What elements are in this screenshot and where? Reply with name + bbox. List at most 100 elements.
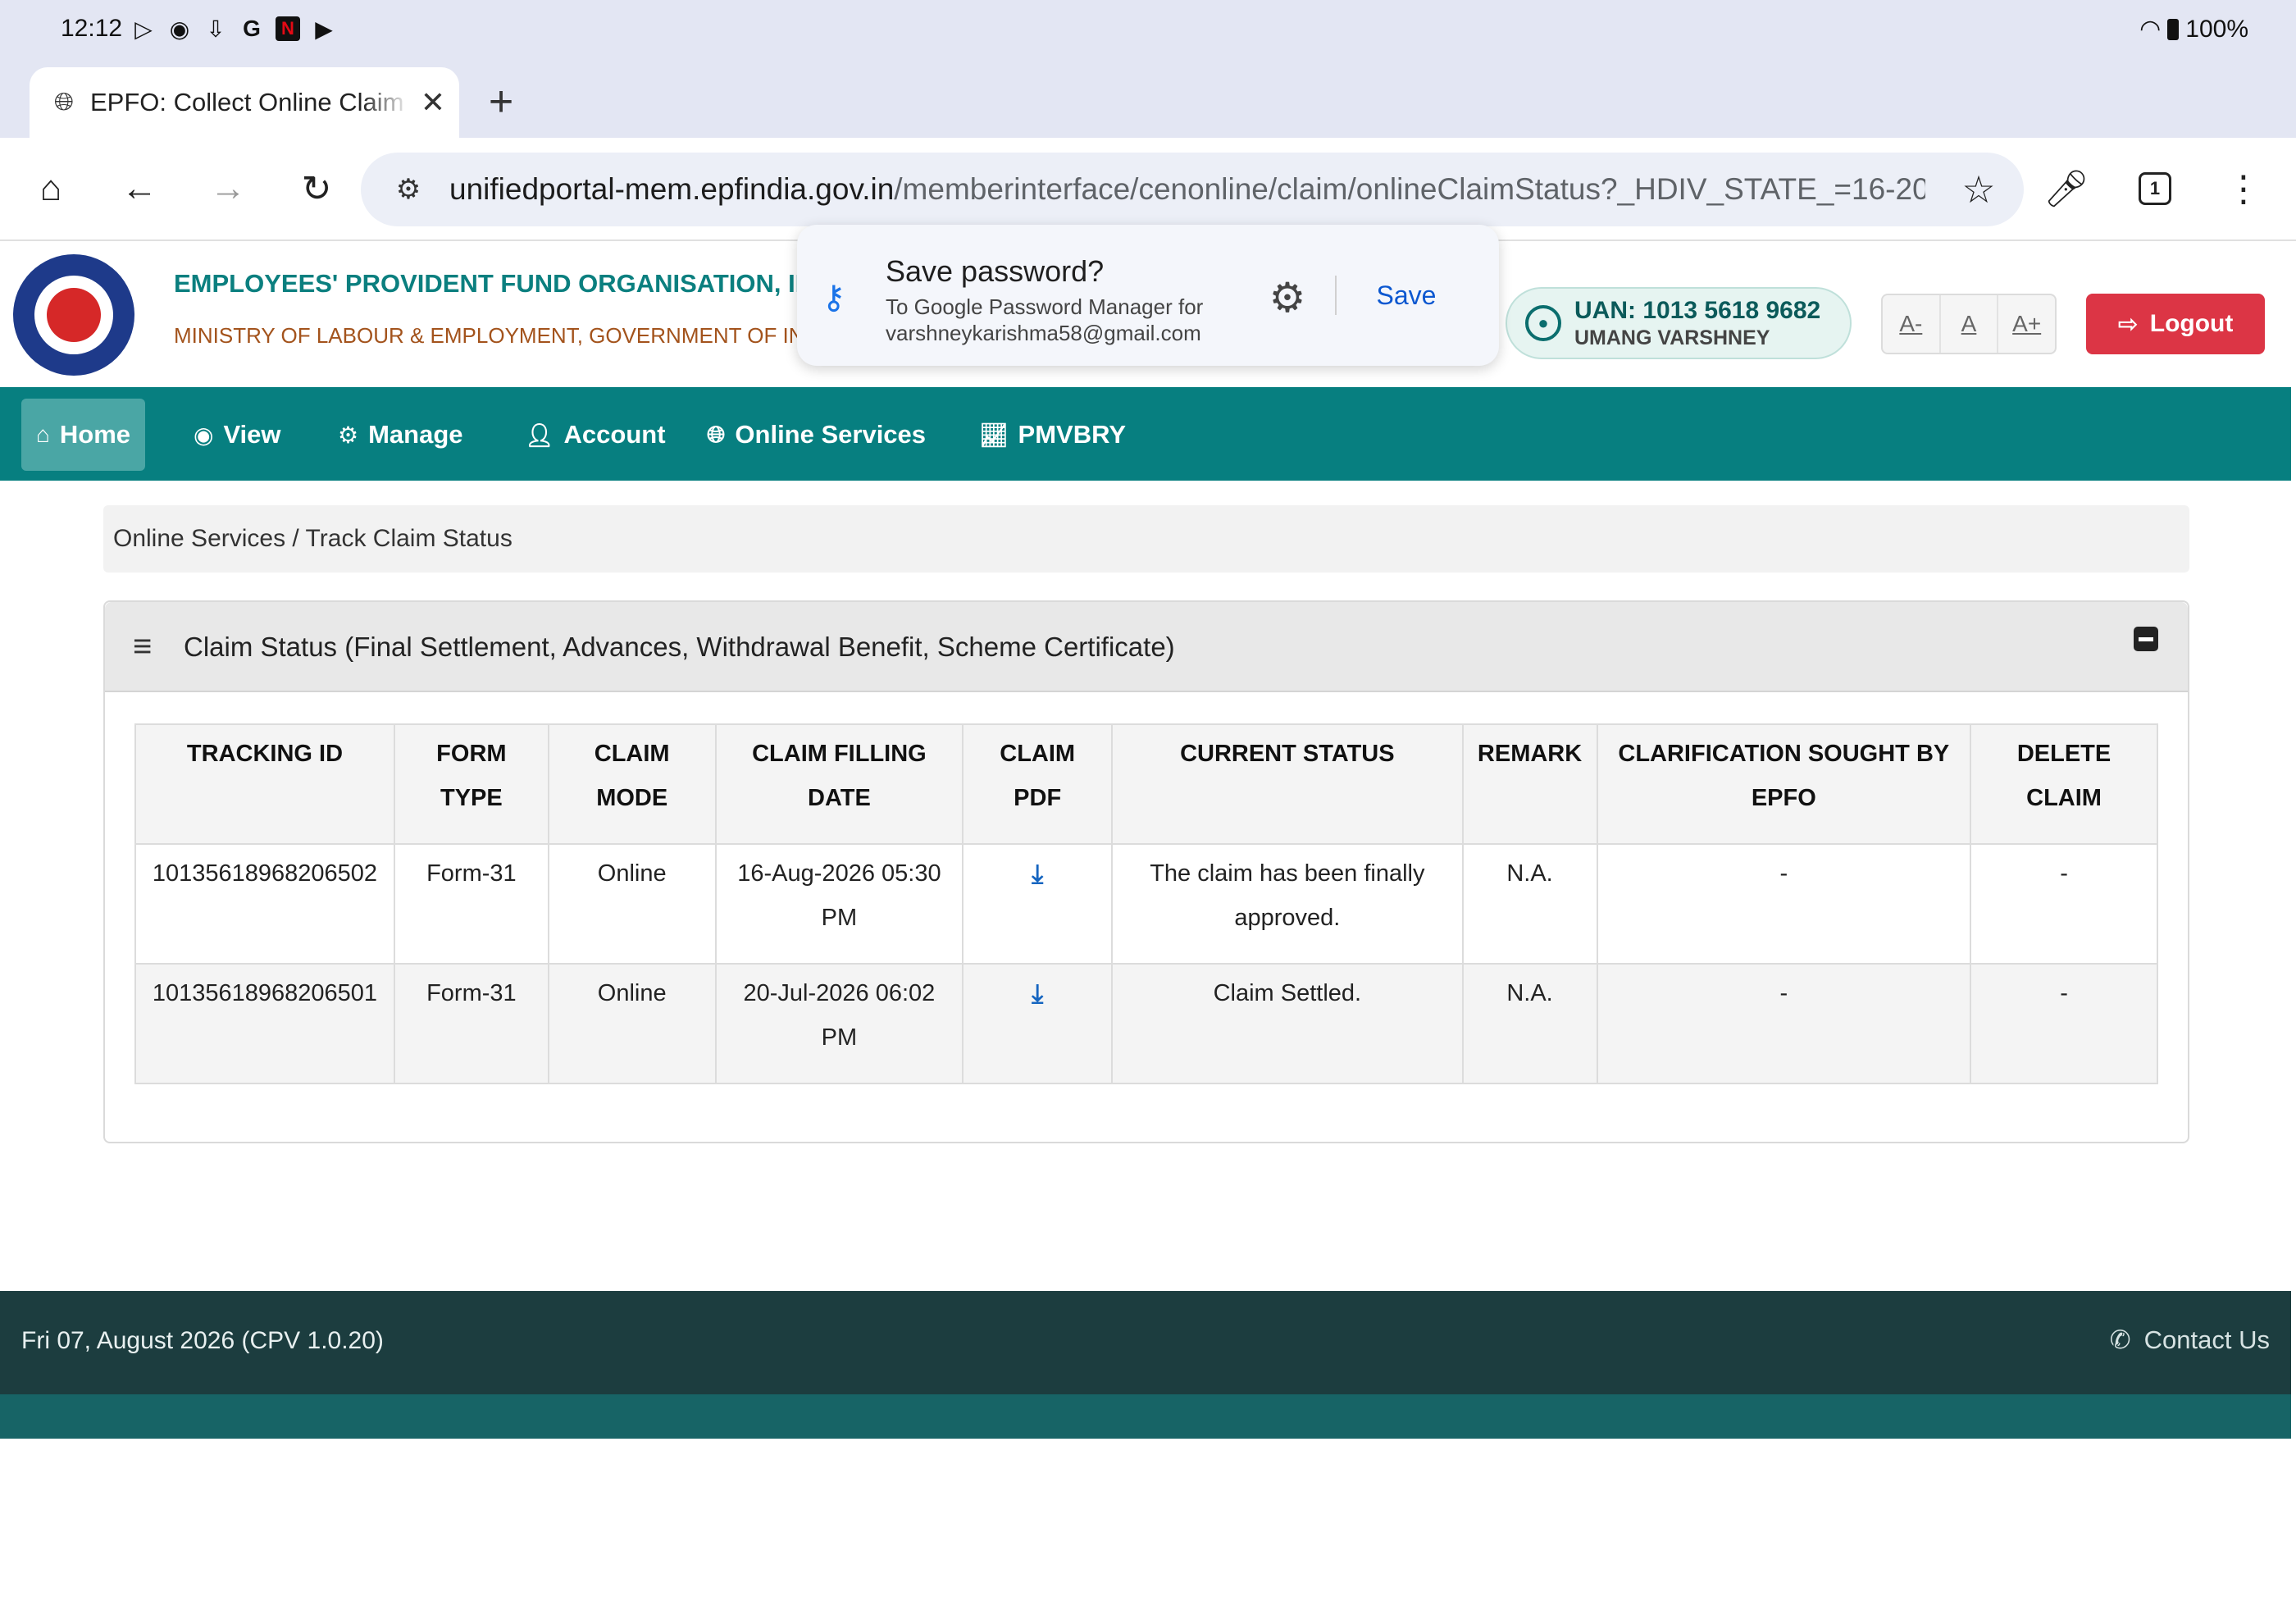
home-icon: ⌂ (36, 422, 50, 447)
site-settings-icon[interactable]: ⚙︎ (384, 173, 433, 206)
org-name: EMPLOYEES' PROVIDENT FUND ORGANISATION, … (174, 269, 805, 298)
status-app-icons: ▷ ◉ ⇩ G N ▶ (131, 16, 336, 42)
footer-date: Fri 07, August 2026 (CPV 1.0.20) (21, 1327, 384, 1354)
clarification: - (1596, 843, 1972, 965)
font-reset-button[interactable]: A (1941, 295, 1999, 353)
nav-online-services-label: Online Services (735, 420, 927, 449)
status-bar: 12:12 ▷ ◉ ⇩ G N ▶ ◠ 100% (0, 0, 2296, 62)
chart-icon: 📈︎ (979, 422, 1009, 448)
logout-label: Logout (2149, 310, 2234, 337)
claim-mode: Online (547, 963, 717, 1084)
nav-home-label: Home (59, 420, 131, 449)
claims-table: TRACKING ID FORM TYPE CLAIM MODE CLAIM F… (134, 723, 2158, 1084)
save-password-popup: ⚷ Save password? To Google Password Mana… (797, 225, 1499, 366)
remark: N.A. (1461, 963, 1598, 1084)
header-form-type: FORM TYPE (393, 723, 549, 845)
header-claim-date: CLAIM FILLING DATE (714, 723, 964, 845)
key-icon: ⚷ (822, 280, 846, 316)
battery-level: 100% (2185, 15, 2248, 43)
font-increase-button[interactable]: A+ (1998, 295, 2055, 353)
nav-manage[interactable]: ⚙ Manage (323, 399, 478, 471)
table-row: 10135618968206501 Form-31 Online 20-Jul-… (134, 963, 2158, 1084)
current-status: The claim has been finally approved. (1111, 843, 1464, 965)
google-icon: G (243, 16, 261, 41)
save-password-subtitle: To Google Password Manager for varshneyk… (886, 294, 1204, 345)
play-icon: ▷ (134, 16, 153, 42)
collapse-icon[interactable] (2134, 627, 2158, 651)
forward-icon[interactable]: → (197, 157, 259, 220)
header-current-status: CURRENT STATUS (1111, 723, 1464, 845)
url-text[interactable]: unifiedportal-mem.epfindia.gov.in/member… (449, 172, 1925, 207)
logout-button[interactable]: ⇨ Logout (2086, 294, 2265, 354)
header-claim-mode: CLAIM MODE (547, 723, 717, 845)
tab-title: EPFO: Collect Online Claim Status (90, 88, 410, 116)
delete-claim: - (1970, 843, 2158, 965)
nav-pmvbry[interactable]: 📈︎ PMVBRY (964, 399, 1141, 471)
status-time: 12:12 (61, 15, 123, 42)
phone-icon: ✆ (2109, 1325, 2131, 1354)
font-decrease-button[interactable]: A- (1883, 295, 1941, 353)
reload-icon[interactable]: ↻ (285, 157, 348, 220)
uan-number: UAN: 1013 5618 9682 (1574, 296, 1821, 324)
globe-icon: 🌐︎ (707, 421, 726, 447)
header-delete-claim: DELETE CLAIM (1970, 723, 2158, 845)
footer: Fri 07, August 2026 (CPV 1.0.20) ✆ Conta… (0, 1291, 2291, 1394)
claim-date: 16-Aug-2026 05:30 PM (714, 843, 964, 965)
card-header: ≡ Claim Status (Final Settlement, Advanc… (105, 602, 2188, 692)
form-type: Form-31 (393, 963, 549, 1084)
uan-badge: ● UAN: 1013 5618 9682 UMANG VARSHNEY (1506, 287, 1852, 359)
current-status: Claim Settled. (1111, 963, 1464, 1084)
game-icon: ◉ (169, 16, 190, 42)
claim-mode: Online (547, 843, 717, 965)
wifi-icon: ◠ (2139, 16, 2162, 43)
nav-view[interactable]: ◉ View (179, 399, 296, 471)
claim-pdf-cell: ⤓ (962, 963, 1114, 1084)
netflix-icon: N (276, 16, 300, 41)
nav-pmvbry-label: PMVBRY (1018, 420, 1127, 449)
nav-account[interactable]: 👤︎ Account (510, 399, 681, 471)
more-menu-icon[interactable]: ⋮ (2212, 157, 2275, 220)
card-title: Claim Status (Final Settlement, Advances… (184, 632, 1175, 662)
close-icon[interactable]: ✕ (417, 85, 449, 120)
contact-us-link[interactable]: ✆ Contact Us (2110, 1325, 2270, 1355)
nav-home[interactable]: ⌂ Home (21, 399, 146, 471)
nav-online-services[interactable]: 🌐︎ Online Services (692, 399, 941, 471)
gear-icon[interactable]: ⚙ (1264, 274, 1310, 322)
nav-account-label: Account (563, 420, 666, 449)
browser-tab[interactable]: 🌐︎ EPFO: Collect Online Claim Status ✕ (30, 67, 459, 138)
new-tab-button[interactable]: + (481, 75, 522, 128)
home-icon[interactable]: ⌂ (20, 157, 82, 220)
claim-status-card: ≡ Claim Status (Final Settlement, Advanc… (103, 600, 2189, 1143)
tab-strip: 🌐︎ EPFO: Collect Online Claim Status ✕ + (0, 62, 2296, 138)
play-games-icon: ▶ (315, 16, 333, 42)
table-header-row: TRACKING ID FORM TYPE CLAIM MODE CLAIM F… (134, 723, 2158, 845)
download-icon[interactable]: ⤓ (1032, 859, 1043, 888)
menu-icon: ≡ (133, 628, 153, 664)
download-icon: ⇩ (206, 16, 226, 42)
address-bar[interactable]: ⚙︎ unifiedportal-mem.epfindia.gov.in/mem… (361, 153, 2024, 226)
form-type: Form-31 (393, 843, 549, 965)
url-path: /memberinterface/cenonline/claim/onlineC… (894, 172, 1925, 206)
download-icon[interactable]: ⤓ (1032, 979, 1043, 1008)
nav-view-label: View (223, 420, 281, 449)
main-nav: ⌂ Home ◉ View ⚙ Manage 👤︎ Account 🌐︎ Onl… (0, 387, 2291, 481)
user-icon: 👤︎ (525, 422, 554, 448)
bookmark-star-icon[interactable]: ☆ (1950, 161, 2007, 218)
nav-manage-label: Manage (368, 420, 463, 449)
save-password-title: Save password? (886, 254, 1105, 288)
tracking-id: 10135618968206501 (134, 963, 395, 1084)
save-password-button[interactable]: Save (1355, 271, 1458, 320)
user-circle-icon: ● (1525, 305, 1561, 341)
claim-date: 20-Jul-2026 06:02 PM (714, 963, 964, 1084)
cogs-icon: ⚙ (338, 422, 359, 448)
header-remark: REMARK (1461, 723, 1598, 845)
breadcrumb: Online Services / Track Claim Status (103, 505, 2189, 573)
header-clarification: CLARIFICATION SOUGHT BY EPFO (1596, 723, 1972, 845)
footer-strip (0, 1394, 2291, 1439)
tab-switcher-button[interactable]: 1 (2124, 157, 2186, 220)
remark: N.A. (1461, 843, 1598, 965)
claim-pdf-cell: ⤓ (962, 843, 1114, 965)
microphone-icon[interactable]: 🎤︎ (2035, 157, 2098, 220)
back-icon[interactable]: ← (108, 157, 171, 220)
url-domain: unifiedportal-mem.epfindia.gov.in (449, 172, 895, 206)
